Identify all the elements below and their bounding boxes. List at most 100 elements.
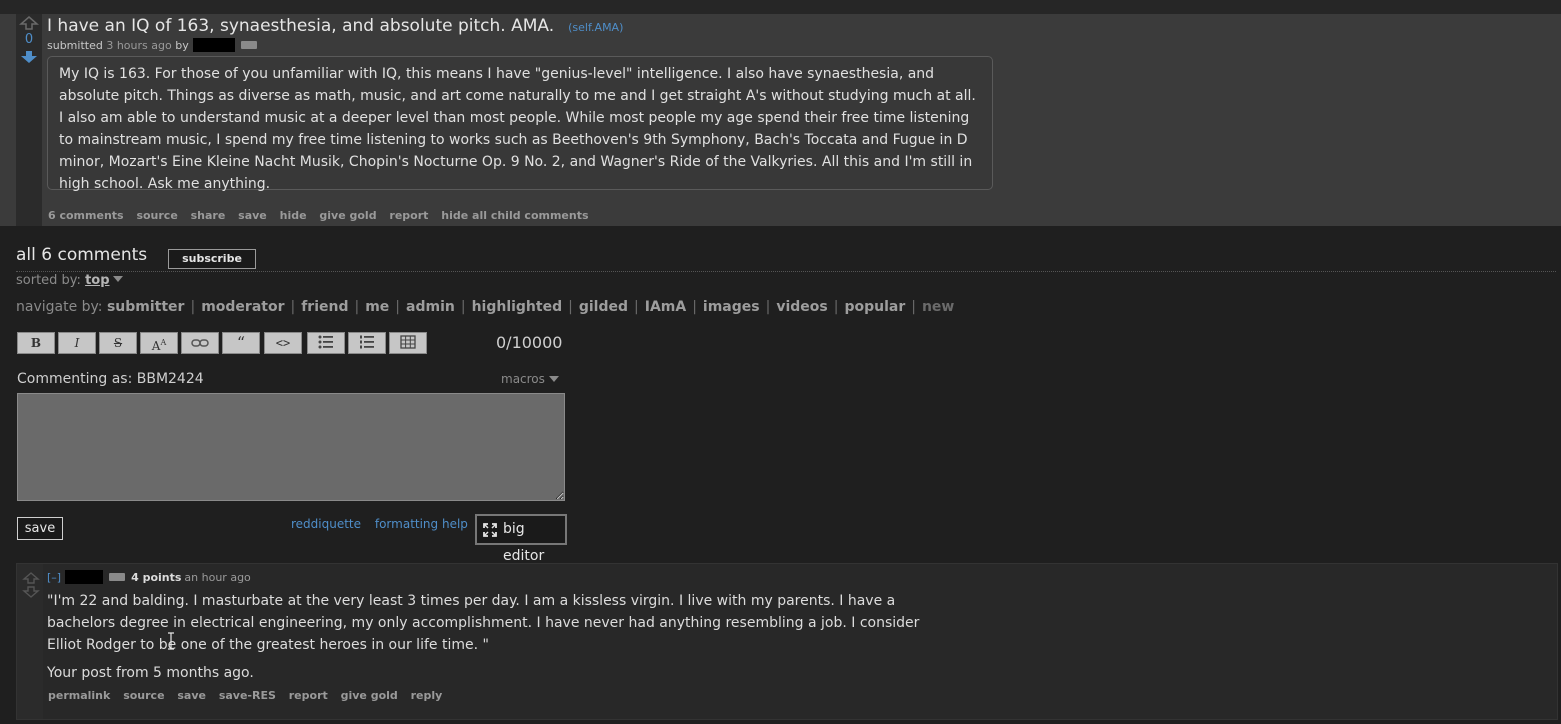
code-icon: <> (275, 336, 291, 350)
navigate-by-bar: navigate by: submitter | moderator | friend |… (16, 299, 954, 315)
user-tag-icon[interactable] (109, 573, 126, 581)
numbered-list-icon (360, 335, 374, 349)
divider (16, 271, 1556, 272)
comments-header: all 6 comments (16, 245, 148, 265)
post-title[interactable]: I have an IQ of 163, synaesthesia, and a… (47, 16, 554, 36)
nav-submitter[interactable]: submitter (107, 299, 185, 315)
comment-reply-line: Your post from 5 months ago. (47, 665, 254, 681)
sort-menu: sorted by: top (16, 273, 123, 288)
comment-quote: "I'm 22 and balding. I masturbate at the… (47, 593, 920, 653)
nav-me[interactable]: me (365, 299, 389, 315)
upvote-arrow-icon[interactable] (22, 572, 40, 584)
formatting-help-link[interactable]: formatting help (375, 517, 468, 531)
navigate-label: navigate by: (16, 299, 103, 315)
text-cursor-icon (168, 632, 174, 650)
report-link[interactable]: report (289, 689, 328, 702)
comment-points: 4 points (131, 571, 182, 584)
permalink-link[interactable]: permalink (48, 689, 110, 702)
code-button[interactable]: <> (264, 332, 302, 354)
give-gold-link[interactable]: give gold (341, 689, 398, 702)
redacted-username (65, 570, 104, 584)
collapse-toggle[interactable]: [–] (47, 571, 61, 584)
table-icon (400, 335, 416, 349)
nav-admin[interactable]: admin (406, 299, 455, 315)
post-domain[interactable]: (self.AMA) (568, 21, 623, 34)
big-editor-button[interactable]: big editor (475, 514, 567, 564)
top-bar (0, 0, 1561, 14)
post-age: 3 hours ago (106, 39, 172, 52)
nav-popular[interactable]: popular (844, 299, 905, 315)
nav-separator: | (634, 299, 639, 315)
post-buttons: 6 comments source share save hide give g… (48, 209, 598, 222)
chevron-down-icon (548, 376, 559, 382)
sort-selected[interactable]: top (85, 273, 109, 288)
save-comment-button[interactable]: save (17, 517, 63, 540)
nav-separator: | (833, 299, 839, 315)
nav-separator: | (354, 299, 360, 315)
nav-moderator[interactable]: moderator (201, 299, 284, 315)
chevron-down-icon[interactable] (112, 276, 123, 282)
commenting-as-label: Commenting as: BBM2424 (17, 371, 204, 387)
macros-dropdown[interactable]: macros (501, 372, 559, 386)
save-link[interactable]: save (177, 689, 206, 702)
hide-link[interactable]: hide (280, 209, 307, 222)
redacted-username (192, 38, 235, 52)
superscript-button[interactable]: AA (140, 332, 178, 354)
character-counter: 0/10000 (496, 333, 563, 352)
help-links: reddiquette formatting help (291, 517, 478, 531)
nav-iama[interactable]: IAmA (645, 299, 686, 315)
share-link[interactable]: share (191, 209, 226, 222)
source-link[interactable]: source (136, 209, 177, 222)
post-score: 0 (24, 32, 34, 47)
downvote-arrow-icon[interactable] (22, 586, 40, 598)
nav-separator: | (190, 299, 196, 315)
hide-child-comments-link[interactable]: hide all child comments (441, 209, 588, 222)
bold-button[interactable]: B (17, 332, 55, 354)
comment-textarea[interactable] (17, 393, 565, 501)
source-link[interactable]: source (123, 689, 164, 702)
subscribe-button[interactable]: subscribe (168, 249, 256, 269)
comment-vote-column (17, 564, 43, 719)
report-link[interactable]: report (389, 209, 428, 222)
nav-separator: | (460, 299, 466, 315)
downvote-arrow-icon[interactable] (19, 50, 39, 64)
nav-videos[interactable]: videos (776, 299, 827, 315)
nav-new[interactable]: new (922, 299, 954, 315)
bulleted-list-icon (318, 335, 333, 349)
link-icon (191, 339, 209, 347)
save-res-link[interactable]: save-RES (219, 689, 276, 702)
reply-link[interactable]: reply (411, 689, 443, 702)
italic-button[interactable]: I (58, 332, 96, 354)
nav-images[interactable]: images (703, 299, 760, 315)
user-tag-icon[interactable] (240, 41, 257, 49)
link-button[interactable] (181, 332, 219, 354)
save-link[interactable]: save (238, 209, 267, 222)
quote-icon: “ (236, 333, 246, 352)
post-tagline: submitted 3 hours ago by (47, 38, 257, 52)
post-vote-column: 0 (16, 14, 42, 226)
quote-button[interactable]: “ (222, 332, 260, 354)
nav-separator: | (911, 299, 916, 315)
reddiquette-link[interactable]: reddiquette (291, 517, 361, 531)
nav-separator: | (395, 299, 401, 315)
post-selftext: My IQ is 163. For those of you unfamilia… (47, 56, 993, 192)
bulleted-list-button[interactable] (307, 332, 345, 354)
comment-body: "I'm 22 and balding. I masturbate at the… (47, 590, 957, 690)
by-label: by (175, 39, 189, 52)
strikethrough-button[interactable]: S (99, 332, 137, 354)
expand-icon (483, 523, 497, 537)
nav-separator: | (568, 299, 573, 315)
comment-age: an hour ago (184, 571, 251, 584)
post-domain-link[interactable]: (self.AMA) (568, 21, 623, 34)
upvote-arrow-icon[interactable] (19, 16, 39, 30)
post-title-line: I have an IQ of 163, synaesthesia, and a… (47, 16, 623, 36)
nav-friend[interactable]: friend (301, 299, 348, 315)
macros-label: macros (501, 372, 545, 386)
numbered-list-button[interactable] (348, 332, 386, 354)
nav-gilded[interactable]: gilded (579, 299, 628, 315)
nav-highlighted[interactable]: highlighted (472, 299, 563, 315)
give-gold-link[interactable]: give gold (319, 209, 376, 222)
comments-link[interactable]: 6 comments (48, 209, 124, 222)
nav-separator: | (765, 299, 771, 315)
table-button[interactable] (389, 332, 427, 354)
